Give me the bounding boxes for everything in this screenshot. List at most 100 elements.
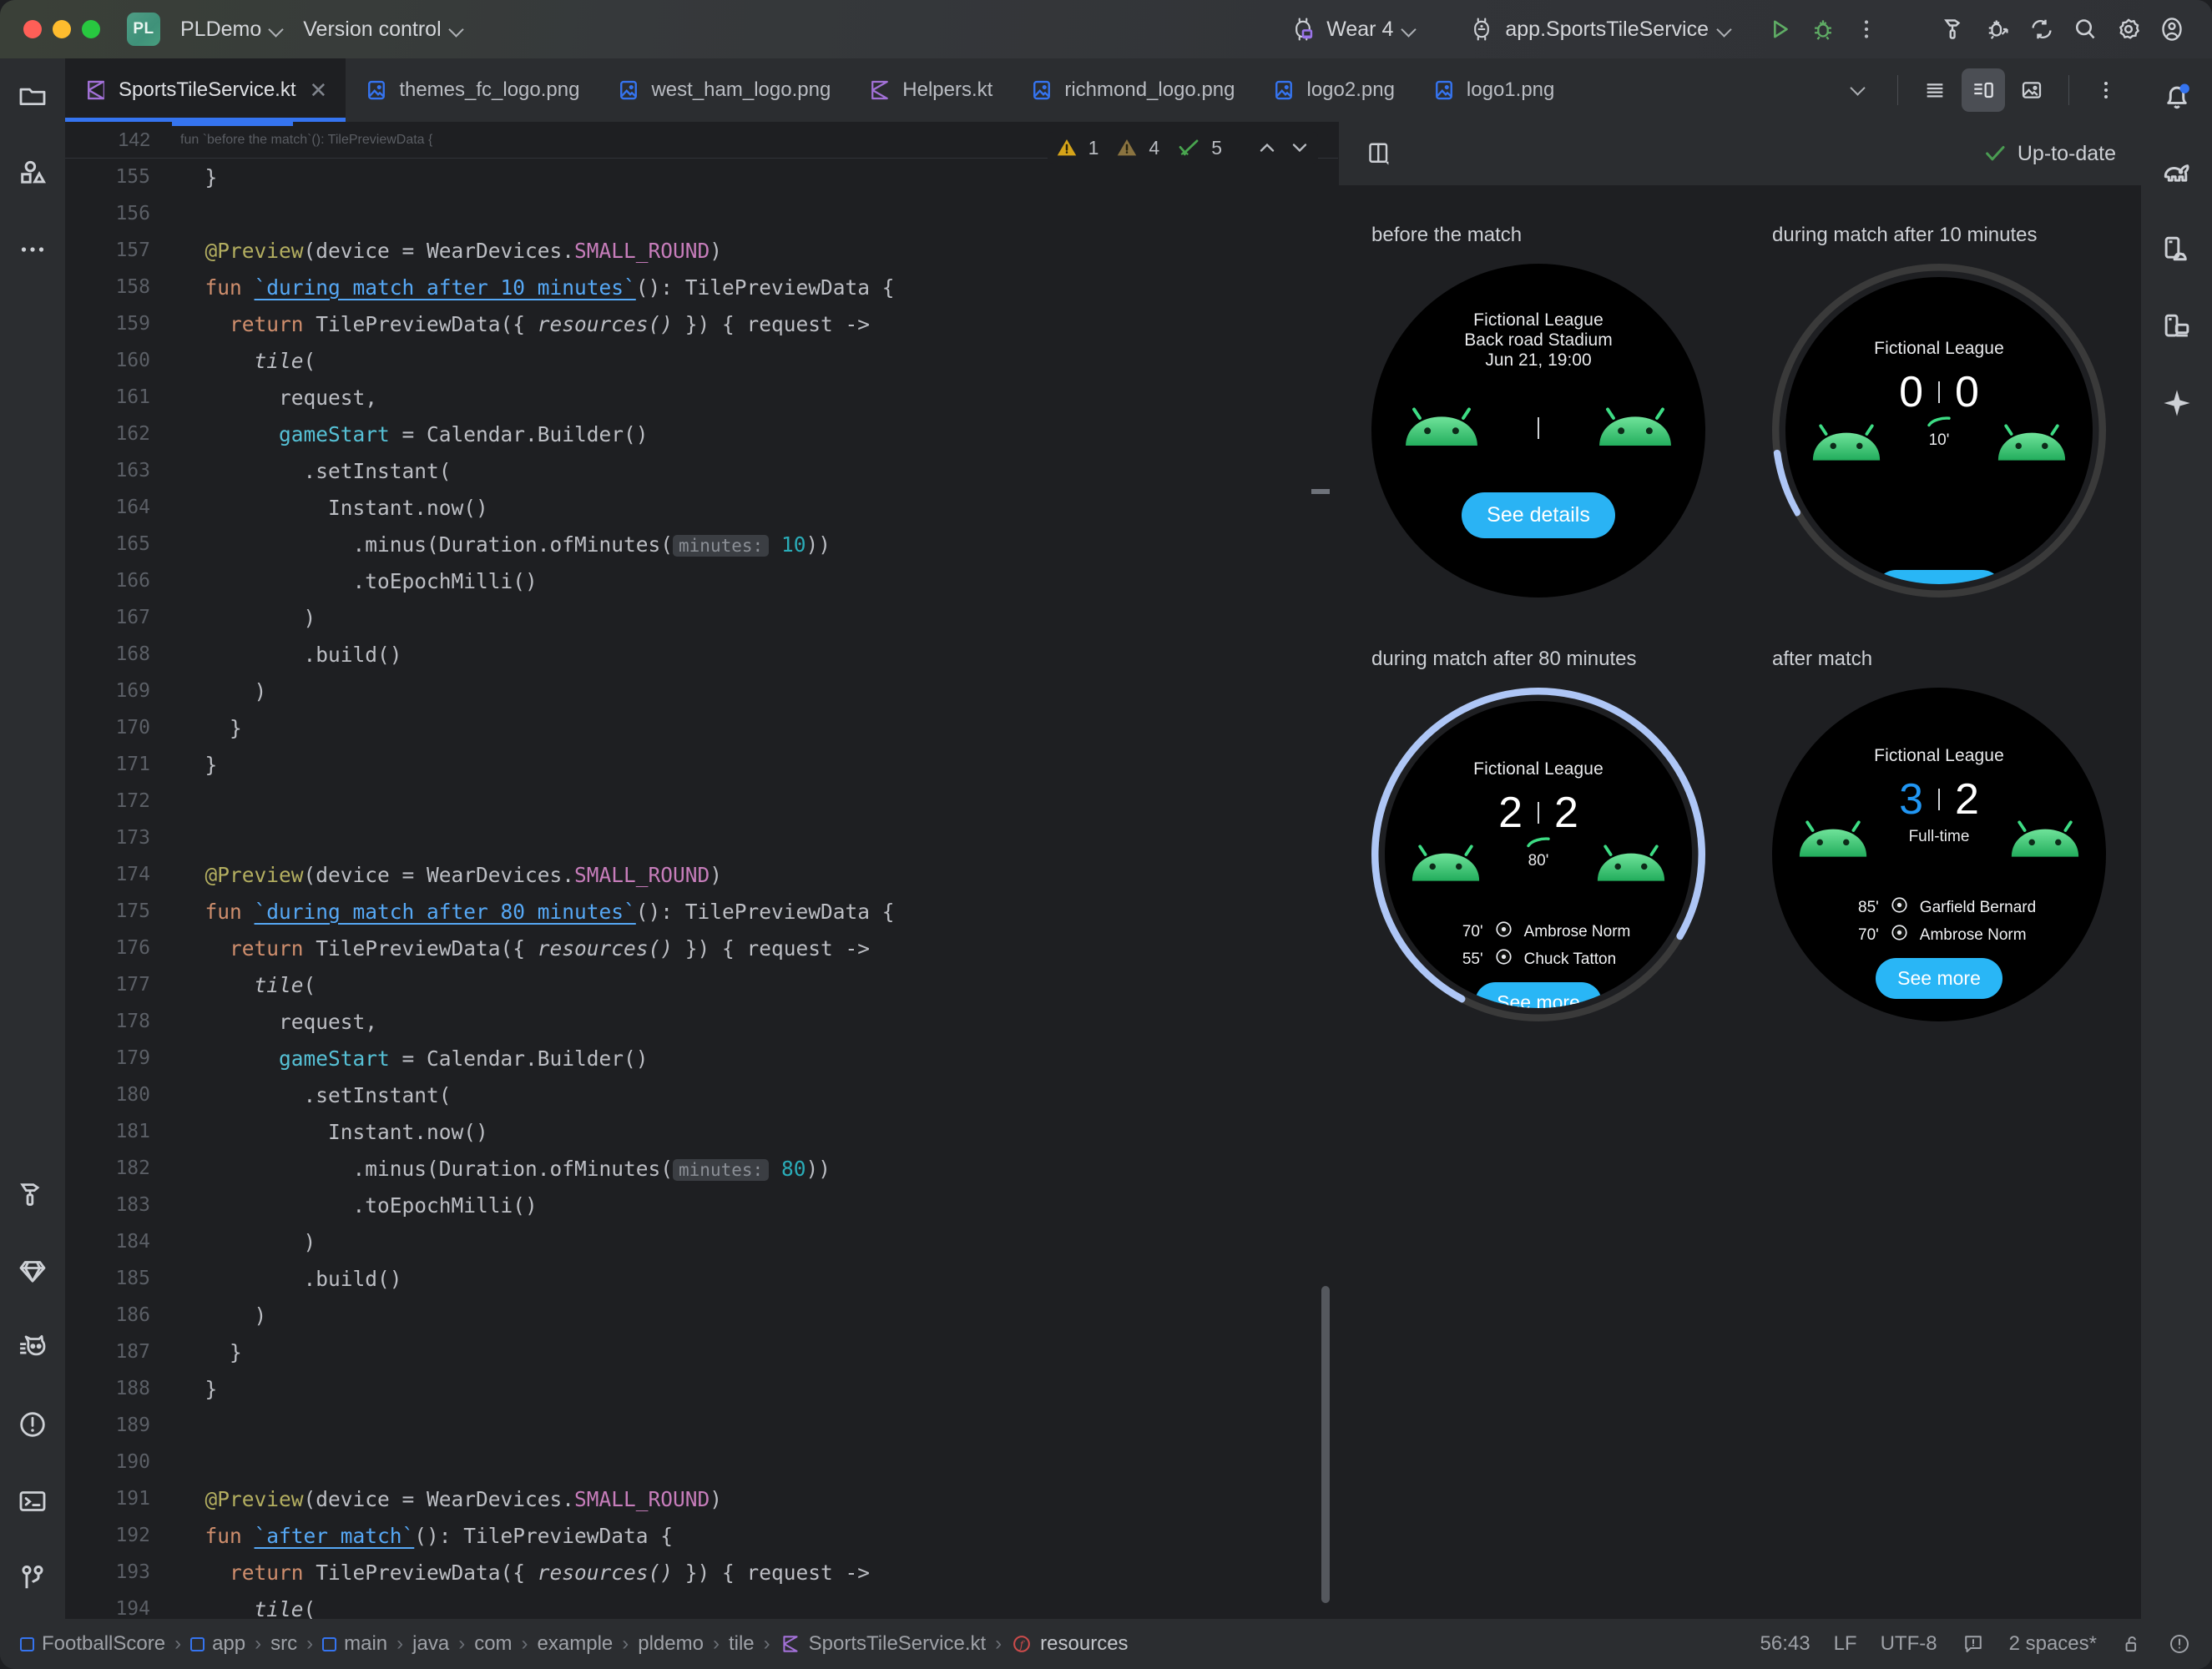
watch-face[interactable]: Fictional League Back road Stadium Jun 2… [1371,264,1705,598]
image-preview-button[interactable] [2010,68,2053,112]
tab-themes-fc-logo[interactable]: themes_fc_logo.png [346,58,598,122]
version-control-menu[interactable]: Version control [293,13,472,47]
sidebar-item-gemini[interactable] [13,1252,52,1290]
settings-button[interactable] [2107,8,2150,51]
code-text[interactable]: ) [172,606,316,630]
chevron-down-icon[interactable] [1288,136,1311,159]
code-text[interactable]: .setInstant( [172,1083,452,1107]
unlocked-icon[interactable] [2120,1632,2144,1656]
breadcrumb-item[interactable]: app [190,1632,245,1656]
tab-more-button[interactable] [2084,68,2128,112]
code-text[interactable]: } [172,753,218,777]
search-button[interactable] [2063,8,2107,51]
tab-west-ham-logo[interactable]: west_ham_logo.png [598,58,849,122]
code-text[interactable]: ) [172,1303,267,1328]
breadcrumb-item[interactable]: main [322,1632,387,1656]
code-text[interactable]: .toEpochMilli() [172,1193,538,1218]
tab-overflow-button[interactable] [1839,68,1882,112]
breadcrumb-item[interactable]: f resources [1011,1632,1129,1656]
code-text[interactable]: tile( [172,973,316,997]
build-button[interactable] [1933,8,1977,51]
tab-logo2[interactable]: logo2.png [1253,58,1412,122]
attach-debugger-button[interactable] [1977,8,2020,51]
code-text[interactable]: .minus(Duration.ofMinutes(minutes: 80)) [172,1157,831,1181]
code-text[interactable]: .toEpochMilli() [172,569,538,593]
tab-richmond-logo[interactable]: richmond_logo.png [1011,58,1253,122]
account-button[interactable] [2150,8,2194,51]
sidebar-item-build[interactable] [13,1175,52,1213]
see-details-button[interactable]: See details [1462,492,1615,538]
split-view-button[interactable] [1962,68,2005,112]
chevron-up-icon[interactable] [1255,136,1279,159]
breadcrumb-item[interactable]: tile [729,1632,755,1656]
breadcrumb[interactable]: FootballScore › app › src › main › java › com › exam… [20,1632,1129,1656]
code-text[interactable]: @Preview(device = WearDevices.SMALL_ROUN… [172,1487,723,1511]
inspection-icon[interactable] [1961,1631,1986,1656]
code-text[interactable]: } [172,1340,242,1364]
sidebar-item-running-devices[interactable] [2158,307,2196,345]
watch-preview[interactable]: Fictional League 3 2 Full-time 85' Garfi… [1772,688,2106,1021]
code-text[interactable]: gameStart = Calendar.Builder() [172,422,649,446]
tab-close-icon[interactable]: ✕ [310,78,328,103]
sidebar-item-logcat[interactable] [13,1329,52,1367]
alert-circle-icon[interactable] [2167,1631,2192,1656]
tab-helpers[interactable]: Helpers.kt [849,58,1011,122]
watch-preview[interactable]: Fictional League 2 2 80' 70' Ambrose Nor… [1371,688,1705,1021]
watch-face[interactable]: Fictional League 2 2 80' 70' Ambrose Nor… [1385,701,1692,1008]
code-text[interactable]: tile( [172,349,316,373]
sidebar-item-terminal[interactable] [13,1482,52,1520]
run-configuration-selector[interactable]: app.SportsTileService [1459,10,1740,48]
breadcrumb-item[interactable]: example [538,1632,614,1656]
breadcrumb-item[interactable]: java [412,1632,449,1656]
breadcrumb-item[interactable]: pldemo [638,1632,704,1656]
breadcrumb-item[interactable]: FootballScore [20,1632,165,1656]
code-text[interactable]: gameStart = Calendar.Builder() [172,1046,649,1071]
sidebar-item-problems[interactable] [13,1405,52,1444]
code-text[interactable]: Instant.now() [172,1120,488,1144]
minimize-window-button[interactable] [53,20,71,38]
watch-face[interactable]: Fictional League 0 0 10' [1785,277,2093,584]
code-text[interactable]: return TilePreviewData({ resources() }) … [172,936,870,961]
code-text[interactable]: return TilePreviewData({ resources() }) … [172,1561,870,1585]
code-text[interactable]: @Preview(device = WearDevices.SMALL_ROUN… [172,863,723,887]
sidebar-item-project[interactable] [13,77,52,115]
debug-button[interactable] [1801,8,1845,51]
run-button[interactable] [1758,8,1801,51]
watch-preview[interactable]: Fictional League 0 0 10' [1772,264,2106,598]
code-text[interactable]: request, [172,1010,377,1034]
code-text[interactable]: .build() [172,1267,402,1291]
code-text[interactable]: tile( [172,1597,316,1620]
encoding[interactable]: UTF-8 [1881,1632,1937,1656]
line-ending[interactable]: LF [1834,1632,1857,1656]
code-text[interactable]: .build() [172,643,402,667]
sidebar-item-version-control[interactable] [13,1559,52,1597]
sidebar-item-gradle[interactable] [2158,154,2196,192]
breadcrumb-item[interactable]: src [270,1632,297,1656]
code-text[interactable]: Instant.now() [172,496,488,520]
inspection-widget[interactable]: 1 4 5 [1047,132,1318,164]
sidebar-item-more[interactable] [13,230,52,269]
code-text[interactable]: } [172,716,242,740]
project-selector[interactable]: PLDemo [170,13,293,47]
code-text[interactable]: fun `after match`(): TilePreviewData { [172,1524,674,1548]
code-editor[interactable]: 142 fun `before the match`(): TilePrevie… [65,122,1338,1619]
device-selector[interactable]: Wear 4 [1280,10,1424,48]
updates-button[interactable] [2020,8,2063,51]
maximize-window-button[interactable] [82,20,100,38]
tab-sports-tile-service[interactable]: SportsTileService.kt ✕ [65,58,346,122]
code-text[interactable]: fun `during match after 80 minutes`(): T… [172,900,895,924]
preview-canvas[interactable]: before the match Fictional League Back r… [1338,185,2141,1619]
list-view-button[interactable] [1913,68,1957,112]
code-text[interactable]: } [172,165,218,189]
watch-preview[interactable]: Fictional League Back road Stadium Jun 2… [1371,264,1705,598]
editor-scrollbar[interactable] [1321,1286,1330,1603]
sidebar-item-notifications[interactable] [2158,77,2196,115]
preview-layout-icon[interactable] [1364,139,1394,169]
editor-scroll-area[interactable]: 155 } 156 157 @Preview(device = WearDevice… [65,122,1338,1619]
code-text[interactable]: return TilePreviewData({ resources() }) … [172,312,870,336]
sidebar-item-resource-manager[interactable] [13,154,52,192]
watch-face[interactable]: Fictional League 3 2 Full-time 85' Garfi… [1772,688,2106,1021]
code-text[interactable]: @Preview(device = WearDevices.SMALL_ROUN… [172,239,723,263]
close-window-button[interactable] [23,20,42,38]
code-text[interactable]: .setInstant( [172,459,452,483]
